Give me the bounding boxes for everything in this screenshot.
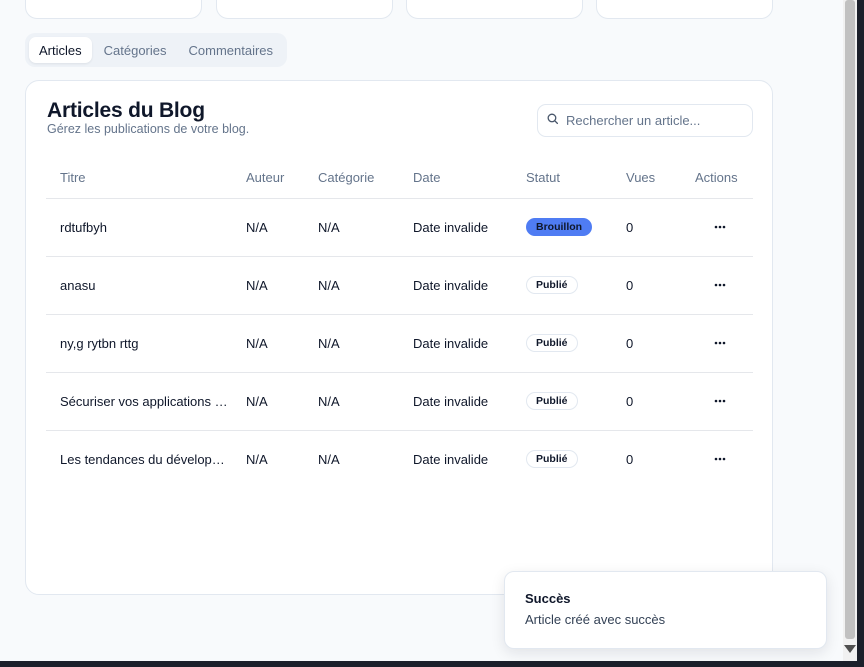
cell-actions — [681, 198, 753, 257]
more-horizontal-icon — [714, 457, 726, 461]
cell-author: N/A — [246, 451, 268, 467]
cell-actions — [681, 430, 753, 488]
status-badge: Publié — [526, 392, 578, 410]
panel-subtitle: Gérez les publications de votre blog. — [47, 122, 250, 136]
more-horizontal-icon — [714, 399, 726, 403]
cell-category: N/A — [318, 451, 340, 467]
cell-category: N/A — [304, 198, 399, 257]
cell-date: Date invalide — [399, 372, 512, 431]
cell-category: N/A — [304, 314, 399, 373]
tab-articles[interactable]: Articles — [29, 37, 92, 63]
column-header-date[interactable]: Date — [399, 158, 512, 199]
more-horizontal-icon — [714, 283, 726, 287]
vertical-scrollbar[interactable] — [843, 0, 857, 661]
cell-views: 0 — [612, 256, 681, 315]
scrollbar-thumb[interactable] — [845, 0, 855, 639]
column-header-title[interactable]: Titre — [46, 158, 232, 199]
cell-actions — [681, 314, 753, 373]
cell-title: ny,g rytbn rttg — [46, 314, 232, 373]
cell-author: N/A — [232, 372, 304, 431]
cell-status: Brouillon — [512, 198, 612, 257]
row-actions-button[interactable] — [708, 449, 732, 469]
cell-status: Publié — [512, 430, 612, 488]
cell-views: 0 — [612, 198, 681, 257]
table-header-row: Titre Auteur Catégorie Date Statut Vues … — [46, 158, 753, 199]
table-row[interactable]: Les tendances du développement N/A N/A D… — [46, 430, 753, 488]
articles-panel: Articles du Blog Gérez les publications … — [25, 80, 773, 595]
column-header-actions: Actions — [681, 158, 753, 199]
tab-categories[interactable]: Catégories — [94, 37, 177, 63]
search-input[interactable] — [566, 113, 746, 128]
cell-views: 0 — [612, 314, 681, 373]
status-badge: Publié — [526, 450, 578, 469]
column-header-views[interactable]: Vues — [612, 158, 681, 199]
cell-date: Date invalide — [399, 256, 512, 315]
column-header-status[interactable]: Statut — [512, 158, 612, 199]
stat-card — [596, 0, 773, 19]
table-row[interactable]: rdtufbyh N/A N/A Date invalide Brouillon… — [46, 198, 753, 257]
table-row[interactable]: Sécuriser vos applications web N/A N/A D… — [46, 372, 753, 431]
cell-category: N/A — [304, 372, 399, 431]
cell-actions — [681, 256, 753, 315]
column-header-category[interactable]: Catégorie — [304, 158, 399, 199]
cell-author: N/A — [232, 256, 304, 315]
cell-actions — [681, 372, 753, 431]
cell-author: N/A — [232, 198, 304, 257]
cell-title: Les tendances du développement — [60, 451, 232, 467]
cell-title: Sécuriser vos applications web — [46, 372, 232, 431]
search-icon — [546, 112, 559, 130]
table-row[interactable]: anasu N/A N/A Date invalide Publié 0 — [46, 256, 753, 315]
toast-title: Succès — [525, 591, 571, 606]
row-actions-button[interactable] — [708, 217, 732, 237]
row-actions-button[interactable] — [708, 275, 732, 295]
row-actions-button[interactable] — [708, 333, 732, 353]
column-header-author[interactable]: Auteur — [232, 158, 304, 199]
cell-views: 0 — [626, 451, 634, 467]
cell-author: N/A — [232, 314, 304, 373]
status-badge: Publié — [526, 276, 578, 294]
row-actions-button[interactable] — [708, 391, 732, 411]
more-horizontal-icon — [714, 341, 726, 345]
cell-date: Date invalide — [399, 198, 512, 257]
search-box[interactable] — [537, 104, 753, 137]
cell-title: anasu — [46, 256, 232, 315]
cell-status: Publié — [512, 372, 612, 431]
status-badge: Brouillon — [526, 218, 593, 236]
tab-comments[interactable]: Commentaires — [179, 37, 284, 63]
stat-card — [406, 0, 583, 19]
stat-card — [216, 0, 393, 19]
success-toast[interactable]: Succès Article créé avec succès — [504, 571, 827, 649]
stat-card — [25, 0, 202, 19]
more-horizontal-icon — [714, 225, 726, 229]
cell-date: Date invalide — [413, 451, 489, 467]
cell-date: Date invalide — [399, 314, 512, 373]
articles-table: Titre Auteur Catégorie Date Statut Vues … — [46, 158, 753, 488]
cell-title: rdtufbyh — [46, 198, 232, 257]
scroll-down-arrow-icon[interactable] — [844, 645, 856, 653]
cell-status: Publié — [512, 256, 612, 315]
page-viewport: Articles Catégories Commentaires Article… — [0, 0, 843, 661]
status-badge: Publié — [526, 334, 578, 352]
table-row[interactable]: ny,g rytbn rttg N/A N/A Date invalide Pu… — [46, 314, 753, 373]
tab-list: Articles Catégories Commentaires — [25, 33, 288, 67]
cell-category: N/A — [304, 256, 399, 315]
cell-status: Publié — [512, 314, 612, 373]
panel-title: Articles du Blog — [47, 99, 205, 122]
toast-description: Article créé avec succès — [525, 612, 666, 627]
cell-views: 0 — [612, 372, 681, 431]
